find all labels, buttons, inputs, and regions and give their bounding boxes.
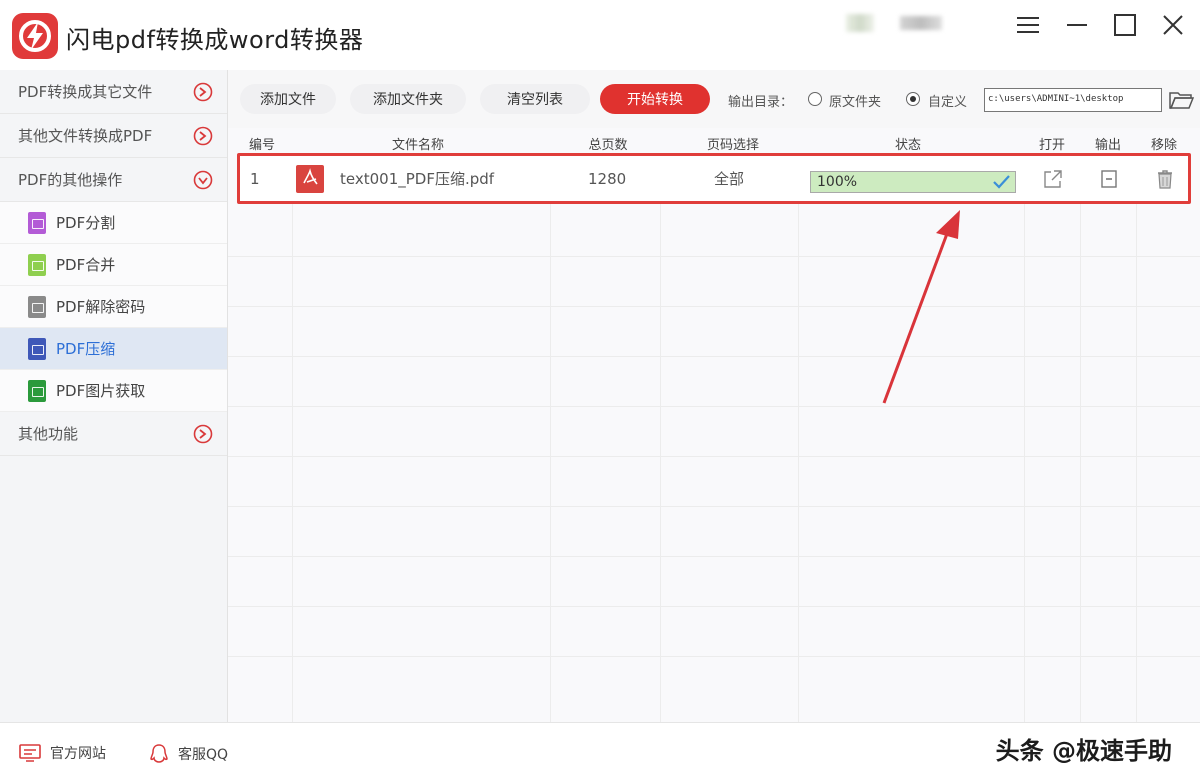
add-folder-button[interactable]: 添加文件夹 <box>350 84 466 114</box>
sidebar-item-label: PDF分割 <box>56 214 116 232</box>
sidebar-item-label: PDF解除密码 <box>56 298 146 316</box>
grid-line <box>292 158 293 722</box>
folder-open-icon[interactable] <box>1168 88 1194 112</box>
grid-line <box>550 158 551 722</box>
row-pages: 1280 <box>588 169 627 188</box>
chevron-down-icon <box>193 170 213 190</box>
minimize-icon[interactable] <box>1062 10 1092 40</box>
title-bar: 闪电pdf转换成word转换器 <box>0 0 1200 70</box>
grid-line <box>228 456 1200 457</box>
menu-icon[interactable] <box>1013 10 1043 40</box>
grid-line <box>798 158 799 722</box>
bottom-bar: 官方网站 客服QQ 头条 @极速手助 <box>0 722 1200 780</box>
file-table: 编号 文件名称 总页数 页码选择 状态 打开 输出 移除 1 text001_P… <box>228 128 1200 722</box>
support-qq-link[interactable]: 客服QQ <box>148 743 228 765</box>
blurred-username <box>900 16 942 30</box>
close-icon[interactable] <box>1158 10 1188 40</box>
pdf-merge-icon <box>28 253 46 276</box>
app-title: 闪电pdf转换成word转换器 <box>66 26 364 54</box>
grid-line <box>660 158 661 722</box>
sidebar-group-label: 其他文件转换成PDF <box>18 127 153 145</box>
sidebar-item-pdf-merge[interactable]: PDF合并 <box>0 244 227 286</box>
output-path-field[interactable]: c:\users\ADMINI~1\desktop <box>984 88 1162 112</box>
row-page-select[interactable]: 全部 <box>714 153 774 204</box>
grid-line <box>228 306 1200 307</box>
pdf-unlock-icon <box>28 295 46 318</box>
sidebar-group-pdf-other-ops[interactable]: PDF的其他操作 <box>0 158 227 202</box>
grid-line <box>228 256 1200 257</box>
grid-line <box>228 506 1200 507</box>
chevron-right-icon <box>193 424 213 444</box>
trash-icon[interactable] <box>1154 168 1176 190</box>
progress-bar: 100% <box>810 171 1016 193</box>
sidebar-group-label: PDF的其他操作 <box>18 171 123 189</box>
grid-line <box>1024 158 1025 722</box>
output-dir-label: 输出目录： <box>728 95 794 110</box>
app-window: 闪电pdf转换成word转换器 PDF转换成其它文件 其他文件转换成PDF PD… <box>0 0 1200 780</box>
sidebar-group-other-to-pdf[interactable]: 其他文件转换成PDF <box>0 114 227 158</box>
radio-custom[interactable] <box>906 92 920 106</box>
sidebar-item-label: PDF图片获取 <box>56 382 146 400</box>
sidebar: PDF转换成其它文件 其他文件转换成PDF PDF的其他操作 PDF分割 PDF… <box>0 70 228 722</box>
blurred-avatar <box>846 14 874 32</box>
grid-line <box>1080 158 1081 722</box>
grid-line <box>228 606 1200 607</box>
watermark-text: 头条 @极速手助 <box>995 737 1172 765</box>
output-file-icon[interactable] <box>1098 168 1120 190</box>
check-icon <box>993 175 1010 189</box>
monitor-icon <box>19 744 41 762</box>
annotation-arrow-icon <box>882 210 960 404</box>
grid-line <box>228 556 1200 557</box>
grid-line <box>1136 158 1137 722</box>
progress-text: 100% <box>817 174 858 190</box>
grid-line <box>228 406 1200 407</box>
add-file-button[interactable]: 添加文件 <box>240 84 336 114</box>
qq-penguin-icon <box>150 744 168 763</box>
row-filename: text001_PDF压缩.pdf <box>340 170 495 188</box>
pdf-split-icon <box>28 211 46 234</box>
clear-list-button[interactable]: 清空列表 <box>480 84 590 114</box>
app-logo-icon <box>12 13 58 59</box>
sidebar-group-label: PDF转换成其它文件 <box>18 83 153 101</box>
sidebar-item-label: PDF压缩 <box>56 340 116 358</box>
radio-original-folder[interactable] <box>808 92 822 106</box>
radio-original-folder-label: 原文件夹 <box>829 95 882 110</box>
chevron-right-icon <box>193 126 213 146</box>
start-convert-button[interactable]: 开始转换 <box>600 84 710 114</box>
table-row[interactable]: 1 text001_PDF压缩.pdf 1280 全部 100% <box>238 153 1188 204</box>
row-index: 1 <box>250 169 260 188</box>
grid-line <box>228 356 1200 357</box>
official-website-label: 官方网站 <box>50 746 106 762</box>
support-qq-label: 客服QQ <box>178 747 229 763</box>
pdf-file-icon <box>296 165 324 193</box>
sidebar-item-pdf-image[interactable]: PDF图片获取 <box>0 370 227 412</box>
sidebar-group-pdf-to-other[interactable]: PDF转换成其它文件 <box>0 70 227 114</box>
sidebar-group-label: 其他功能 <box>18 425 79 443</box>
sidebar-item-label: PDF合并 <box>56 256 116 274</box>
pdf-image-icon <box>28 379 46 402</box>
sidebar-item-pdf-unlock[interactable]: PDF解除密码 <box>0 286 227 328</box>
official-website-link[interactable]: 官方网站 <box>18 743 106 763</box>
sidebar-group-other-functions[interactable]: 其他功能 <box>0 412 227 456</box>
maximize-icon[interactable] <box>1110 10 1140 40</box>
open-external-icon[interactable] <box>1042 168 1064 190</box>
chevron-right-icon <box>193 82 213 102</box>
radio-custom-label: 自定义 <box>928 95 968 110</box>
grid-line <box>228 656 1200 657</box>
pdf-compress-icon <box>28 337 46 360</box>
sidebar-item-pdf-split[interactable]: PDF分割 <box>0 202 227 244</box>
sidebar-item-pdf-compress[interactable]: PDF压缩 <box>0 328 227 370</box>
toolbar: 添加文件 添加文件夹 清空列表 开始转换 输出目录： 原文件夹 自定义 c:\u… <box>228 70 1200 128</box>
